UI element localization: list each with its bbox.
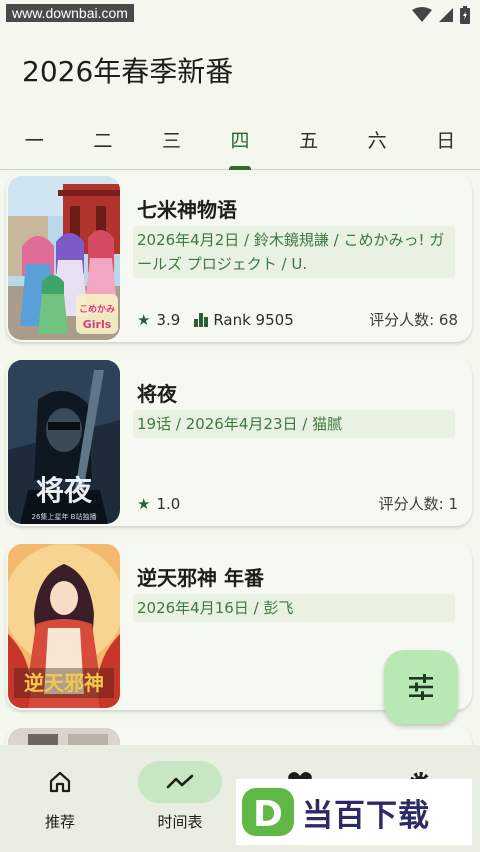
brand-text: 当百下载 bbox=[302, 797, 430, 834]
star-icon: ★ bbox=[137, 494, 151, 513]
anime-poster: 将夜 26集上星年 B站独播 bbox=[8, 360, 120, 524]
anime-meta: 19话 / 2026年4月23日 / 猫腻 bbox=[133, 410, 455, 438]
tab-monday[interactable]: 一 bbox=[0, 116, 69, 169]
anime-stats: ★ 3.9 Rank 9505 评分人数: 68 bbox=[137, 309, 458, 330]
nav-label: 时间表 bbox=[157, 813, 203, 831]
anime-card[interactable] bbox=[6, 726, 472, 745]
tab-sunday[interactable]: 日 bbox=[411, 116, 480, 169]
brand-logo: D bbox=[242, 788, 294, 836]
rating-value: 1.0 bbox=[156, 494, 181, 513]
anime-poster: 逆天邪神 bbox=[8, 544, 120, 708]
anime-card[interactable]: 将夜 26集上星年 B站独播 将夜 19话 / 2026年4月23日 / 猫腻 … bbox=[6, 358, 472, 526]
nav-label: 推荐 bbox=[44, 813, 75, 831]
status-icons bbox=[412, 6, 470, 24]
svg-text:Girls: Girls bbox=[83, 318, 112, 331]
anime-title: 七米神物语 bbox=[137, 198, 237, 222]
anime-poster bbox=[8, 728, 120, 745]
raters-count: 评分人数: 1 bbox=[378, 495, 458, 513]
anime-title: 逆天邪神 年番 bbox=[137, 566, 264, 590]
watermark-url: www.downbai.com bbox=[6, 4, 134, 22]
anime-meta: 2026年4月2日 / 鈴木鏡規謙 / こめかみっ! ガールズ プロジェクト /… bbox=[133, 226, 455, 278]
nav-recommend[interactable]: 推荐 bbox=[10, 761, 110, 832]
anime-stats: ★ 1.0 评分人数: 1 bbox=[137, 493, 458, 514]
page-title: 2026年春季新番 bbox=[22, 55, 234, 88]
tab-friday[interactable]: 五 bbox=[274, 116, 343, 169]
nav-schedule[interactable]: 时间表 bbox=[130, 761, 230, 832]
home-icon bbox=[49, 771, 71, 793]
tab-saturday[interactable]: 六 bbox=[343, 116, 412, 169]
tab-wednesday[interactable]: 三 bbox=[137, 116, 206, 169]
anime-meta: 2026年4月16日 / 彭飞 bbox=[133, 594, 455, 622]
poster-caption: 26集上星年 B站独播 bbox=[32, 512, 97, 521]
wifi-icon bbox=[412, 7, 432, 22]
raters-count: 评分人数: 68 bbox=[369, 311, 458, 329]
poster-title: 逆天邪神 bbox=[24, 671, 104, 695]
anime-title: 将夜 bbox=[137, 382, 177, 406]
bar-chart-icon bbox=[194, 312, 209, 327]
tab-tuesday[interactable]: 二 bbox=[69, 116, 138, 169]
anime-poster: こめかみ Girls bbox=[8, 176, 120, 340]
status-bar: www.downbai.com bbox=[0, 0, 480, 32]
weekday-tabs: 一 二 三 四 五 六 日 bbox=[0, 116, 480, 170]
tune-icon bbox=[409, 674, 433, 700]
brand-watermark: D 当百下载 bbox=[236, 779, 472, 845]
filter-fab[interactable] bbox=[384, 650, 458, 724]
battery-icon bbox=[460, 6, 470, 24]
svg-text:こめかみ: こめかみ bbox=[79, 304, 115, 315]
signal-icon bbox=[439, 8, 453, 22]
anime-card[interactable]: こめかみ Girls 七米神物语 2026年4月2日 / 鈴木鏡規謙 / こめか… bbox=[6, 174, 472, 342]
poster-title: 将夜 bbox=[36, 474, 93, 507]
star-icon: ★ bbox=[137, 310, 151, 329]
rating-value: 3.9 bbox=[156, 310, 181, 329]
trending-icon bbox=[166, 774, 194, 789]
rank-label: Rank 9505 bbox=[213, 310, 294, 329]
svg-text:D: D bbox=[253, 794, 283, 835]
tab-thursday[interactable]: 四 bbox=[206, 116, 275, 169]
